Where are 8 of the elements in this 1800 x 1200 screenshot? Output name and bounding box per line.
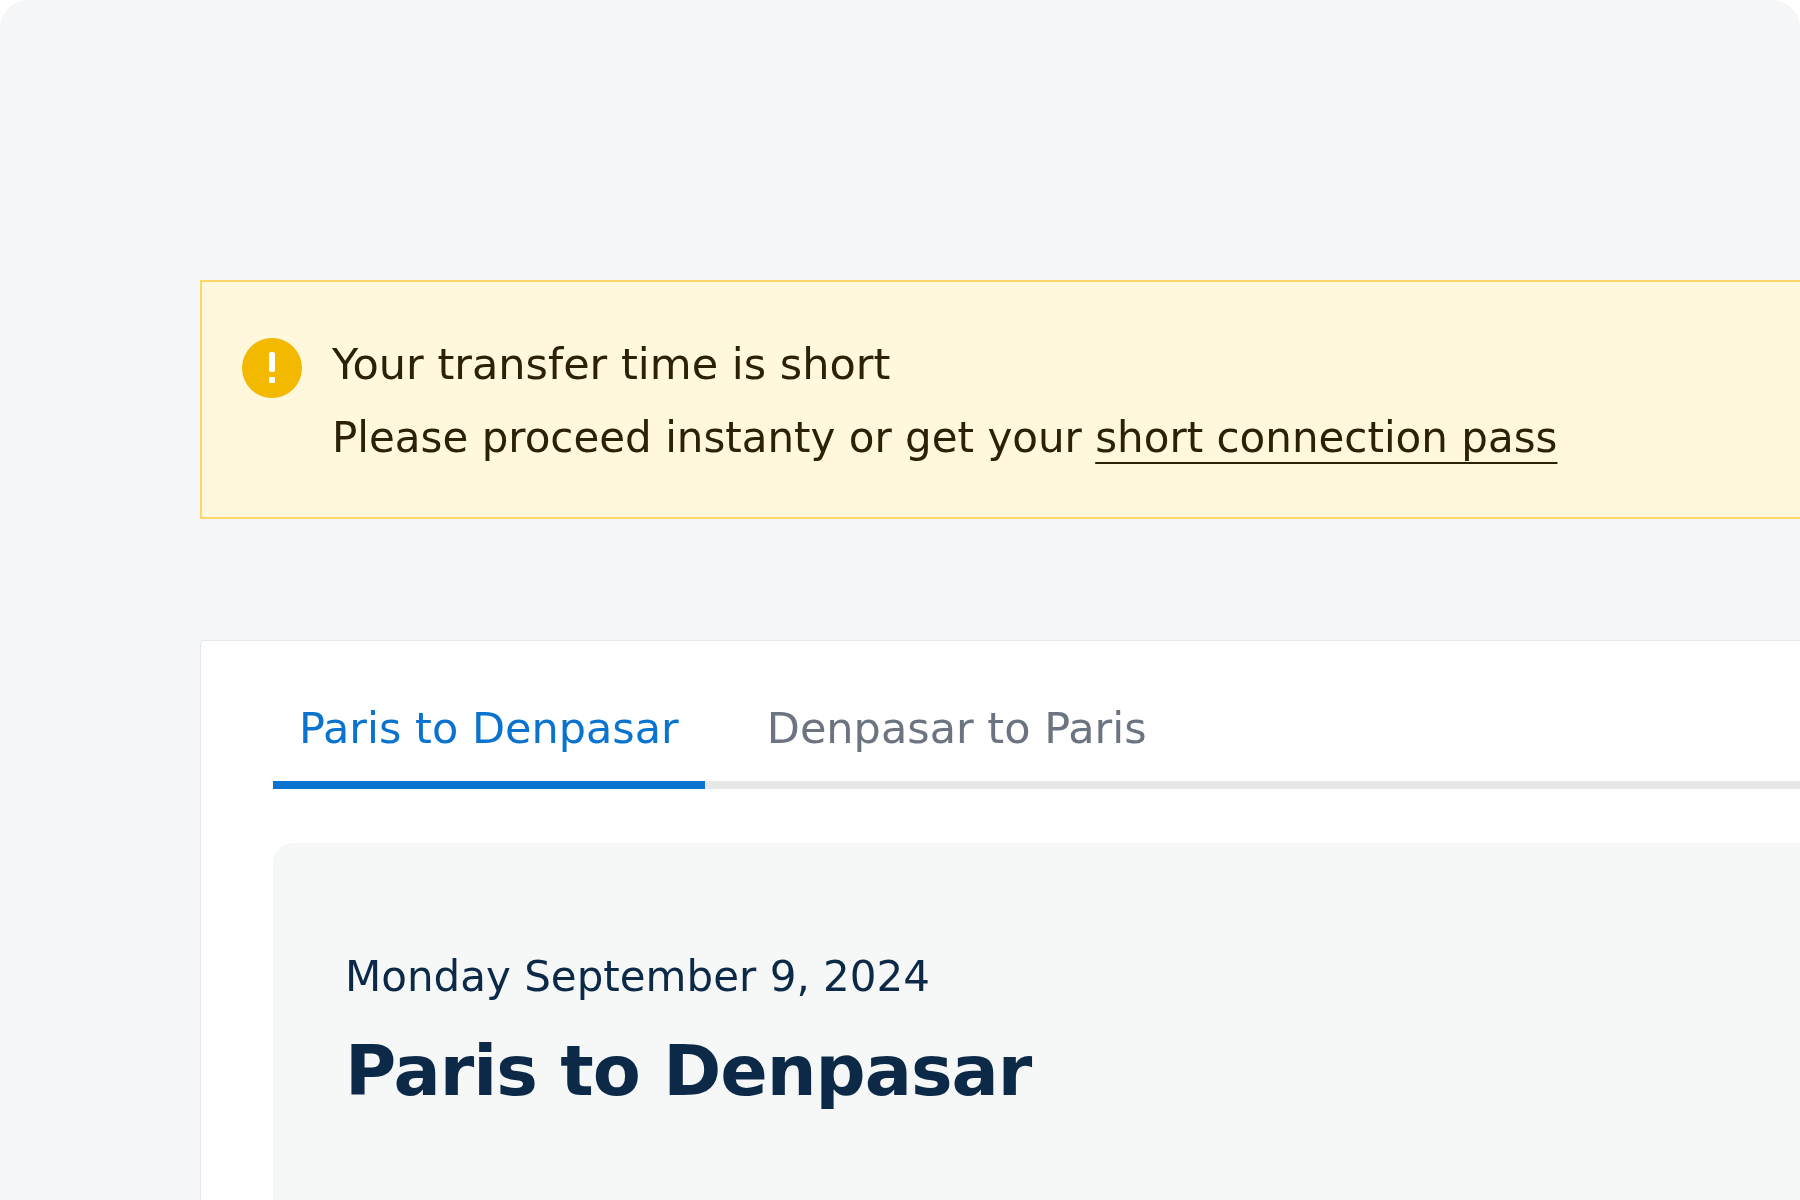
route-tab[interactable]: Denpasar to Paris	[740, 681, 1173, 789]
route-tab[interactable]: Paris to Denpasar	[273, 681, 705, 789]
exclamation-icon	[242, 338, 302, 398]
connection-pass-link[interactable]: short connection pass	[1095, 413, 1558, 462]
trip-date: Monday September 9, 2024	[345, 951, 931, 1003]
trip-title: Paris to Denpasar	[345, 1029, 1033, 1113]
alert-message: Please proceed instanty or get your short connection pass	[332, 412, 1558, 464]
alert-title: Your transfer time is short	[332, 338, 892, 391]
